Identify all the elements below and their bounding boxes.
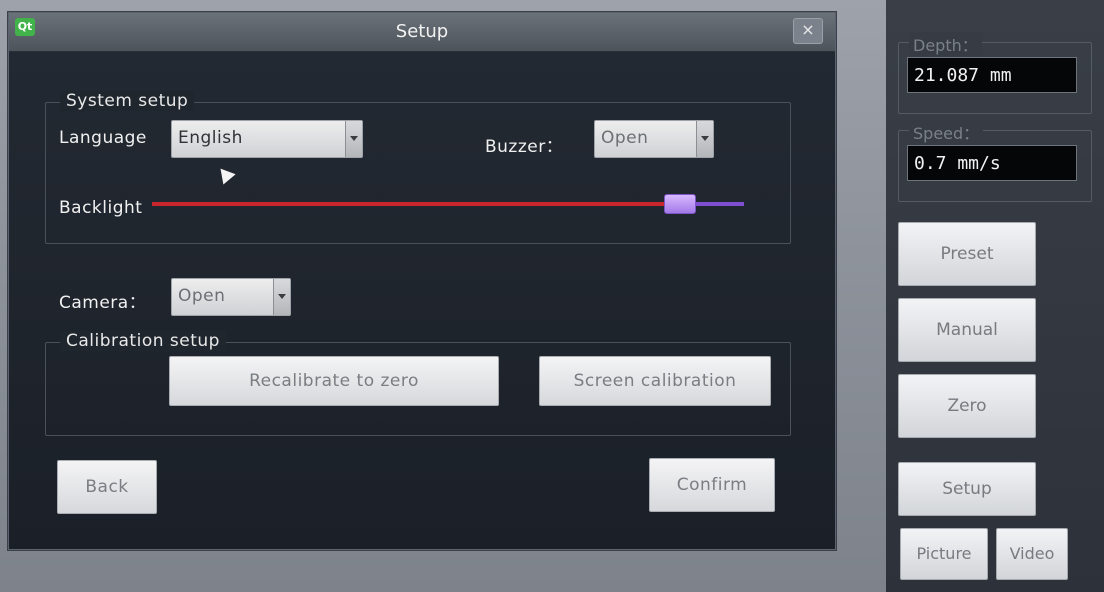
language-label: Language xyxy=(59,128,147,148)
buzzer-select-value: Open xyxy=(601,128,649,148)
backlight-slider-rest xyxy=(694,202,744,206)
dialog-titlebar: Qt Setup × xyxy=(9,13,835,52)
picture-button[interactable]: Picture xyxy=(900,528,988,580)
speed-readout: 0.7 mm/s xyxy=(907,145,1077,181)
dialog-content: System setup Language English Buzzer： Op… xyxy=(9,52,835,549)
language-select[interactable]: English xyxy=(171,120,363,158)
zero-button[interactable]: Zero xyxy=(898,374,1036,438)
screen: Qt Setup × System setup Language English… xyxy=(0,0,1104,592)
confirm-button[interactable]: Confirm xyxy=(649,458,775,512)
setup-button[interactable]: Setup xyxy=(898,462,1036,516)
buzzer-label: Buzzer： xyxy=(485,137,564,157)
system-setup-title: System setup xyxy=(60,91,195,111)
chevron-down-icon xyxy=(345,121,362,157)
recalibrate-zero-button[interactable]: Recalibrate to zero xyxy=(169,356,499,406)
setup-dialog: Qt Setup × System setup Language English… xyxy=(8,12,836,550)
speed-label: Speed： xyxy=(909,120,984,144)
depth-group: Depth： 21.087 mm xyxy=(898,32,1092,114)
depth-readout: 21.087 mm xyxy=(907,57,1077,93)
backlight-label: Backlight xyxy=(59,198,143,218)
preset-button[interactable]: Preset xyxy=(898,222,1036,286)
backlight-slider[interactable] xyxy=(152,194,744,214)
camera-label: Camera： xyxy=(59,293,147,313)
speed-group: Speed： 0.7 mm/s xyxy=(898,120,1092,202)
backlight-slider-fill xyxy=(152,202,664,206)
chevron-down-icon xyxy=(273,279,290,315)
depth-label: Depth： xyxy=(909,32,982,56)
dialog-title: Setup xyxy=(395,21,449,42)
video-button[interactable]: Video xyxy=(996,528,1068,580)
back-button[interactable]: Back xyxy=(57,460,157,514)
buzzer-select[interactable]: Open xyxy=(594,120,714,158)
close-button[interactable]: × xyxy=(793,18,823,44)
calibration-setup-title: Calibration setup xyxy=(60,331,226,351)
chevron-down-icon xyxy=(696,121,713,157)
language-select-value: English xyxy=(178,128,243,148)
backlight-slider-handle[interactable] xyxy=(664,194,696,214)
screen-calibration-button[interactable]: Screen calibration xyxy=(539,356,771,406)
camera-select-value: Open xyxy=(178,286,226,306)
manual-button[interactable]: Manual xyxy=(898,298,1036,362)
camera-select[interactable]: Open xyxy=(171,278,291,316)
